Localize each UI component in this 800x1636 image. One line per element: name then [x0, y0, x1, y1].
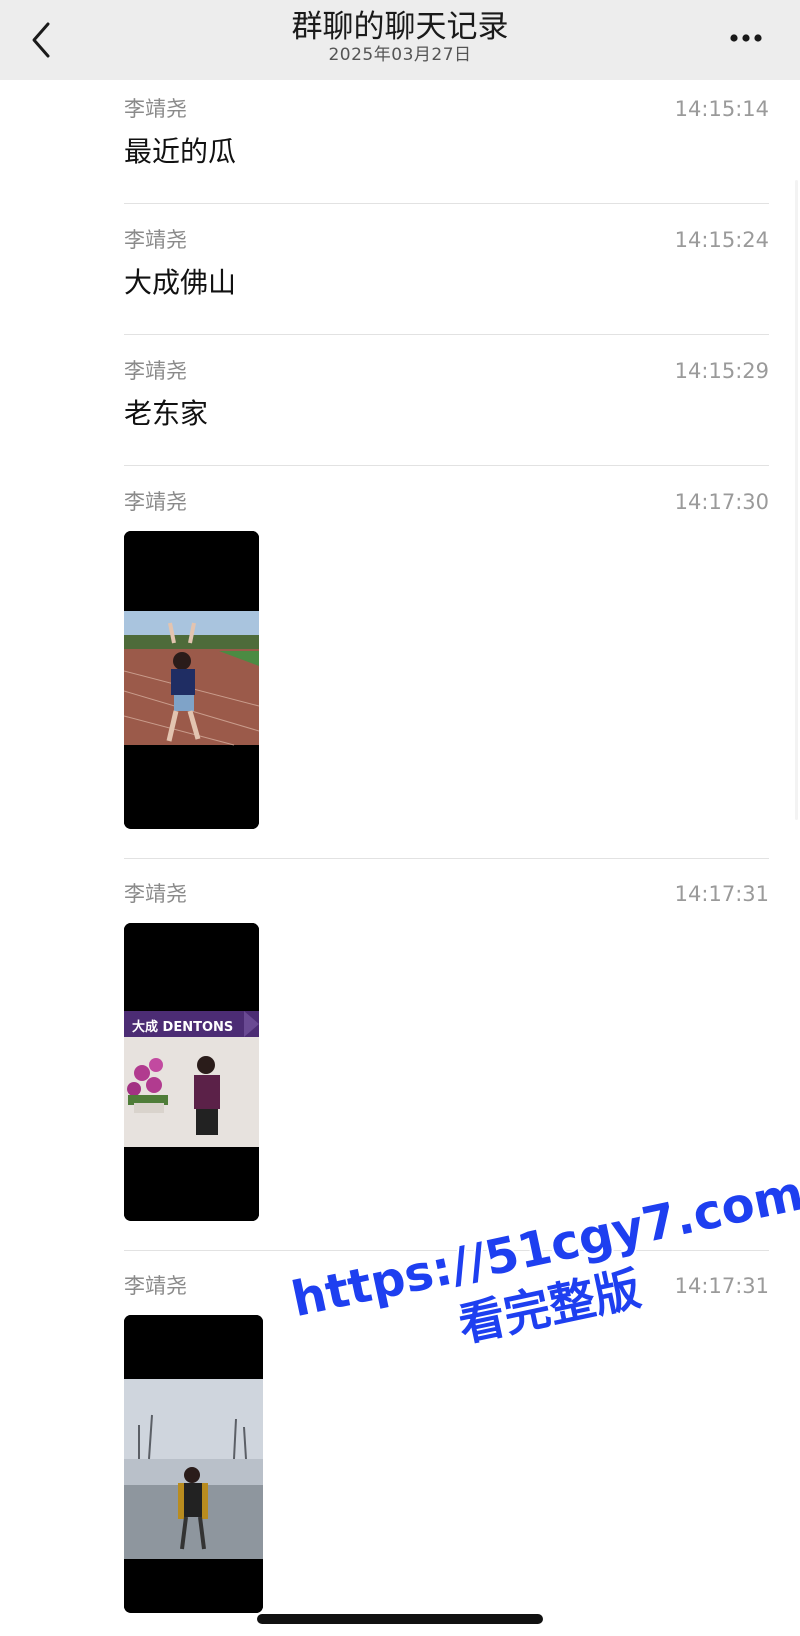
photo-thumbnail: 大成 DENTONS — [124, 923, 259, 1221]
message-sender: 李靖尧 — [124, 882, 187, 906]
message-text[interactable]: 最近的瓜 — [124, 134, 236, 170]
navigation-bar: 群聊的聊天记录 2025年03月27日 — [0, 0, 800, 80]
message-time: 14:17:31 — [674, 882, 769, 906]
divider — [124, 465, 769, 466]
more-button[interactable] — [724, 26, 774, 50]
message-time: 14:15:29 — [674, 359, 769, 383]
message-item: 李靖尧 14:15:14 最近的瓜 — [124, 96, 769, 196]
message-text[interactable]: 老东家 — [124, 396, 208, 432]
message-item: 李靖尧 14:17:30 — [124, 489, 769, 829]
divider — [124, 203, 769, 204]
divider — [124, 334, 769, 335]
message-time: 14:17:30 — [674, 490, 769, 514]
message-sender: 李靖尧 — [124, 228, 187, 252]
message-text[interactable]: 大成佛山 — [124, 265, 236, 301]
scrollbar[interactable] — [795, 180, 798, 820]
message-item: 李靖尧 14:17:31 大成 DENTONS — [124, 881, 769, 1221]
message-time: 14:15:24 — [674, 228, 769, 252]
dentons-logo-text: 大成 DENTONS — [132, 1019, 233, 1035]
divider — [124, 858, 769, 859]
home-indicator[interactable] — [257, 1614, 543, 1624]
image-message[interactable]: 大成 DENTONS — [124, 923, 259, 1221]
divider — [124, 1250, 769, 1251]
image-message[interactable] — [124, 531, 259, 829]
chat-date: 2025年03月27日 — [328, 45, 472, 65]
message-sender: 李靖尧 — [124, 490, 187, 514]
message-item: 李靖尧 14:17:31 — [124, 1273, 769, 1613]
ellipsis-icon — [730, 34, 762, 42]
message-sender: 李靖尧 — [124, 97, 187, 121]
message-item: 李靖尧 14:15:29 老东家 — [124, 358, 769, 458]
image-message[interactable] — [124, 1315, 263, 1613]
message-item: 李靖尧 14:15:24 大成佛山 — [124, 227, 769, 327]
photo-thumbnail — [124, 1315, 263, 1613]
message-sender: 李靖尧 — [124, 1274, 187, 1298]
message-time: 14:17:31 — [674, 1274, 769, 1298]
photo-thumbnail — [124, 531, 259, 829]
message-time: 14:15:14 — [674, 97, 769, 121]
message-sender: 李靖尧 — [124, 359, 187, 383]
page-title: 群聊的聊天记录 — [291, 9, 509, 45]
